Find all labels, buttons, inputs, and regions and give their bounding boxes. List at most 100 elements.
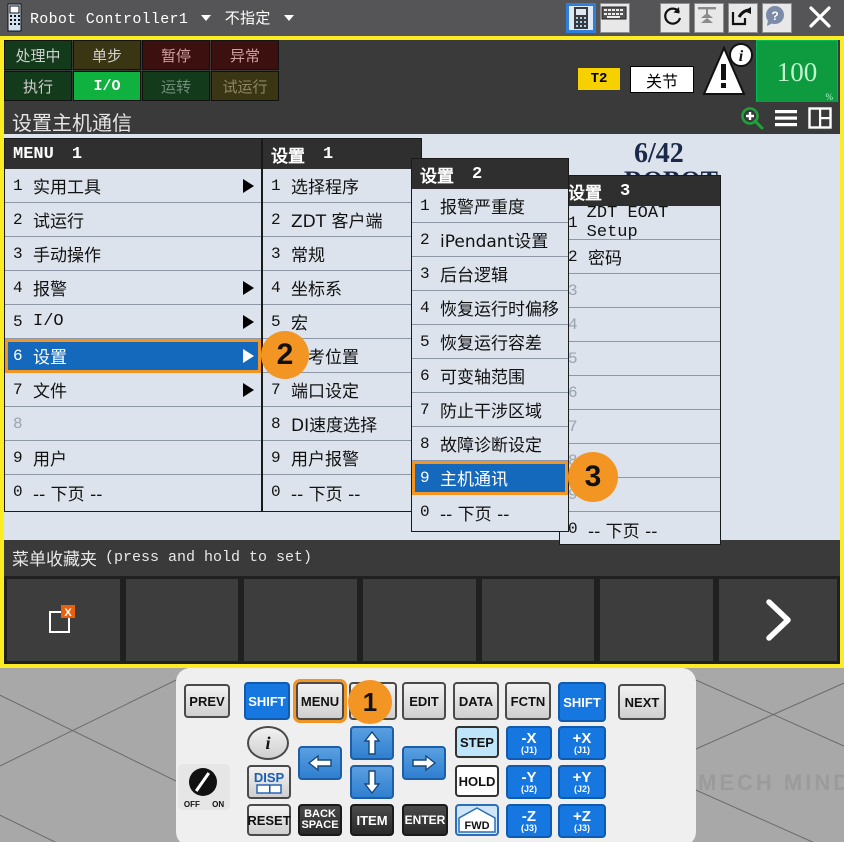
key-step[interactable]: STEP: [455, 726, 499, 758]
status-lamps: 处理中 单步 暂停 异常 执行 I/O 运转 试运行: [4, 40, 288, 102]
key-disp[interactable]: DISP: [247, 765, 291, 799]
setup1-item-general[interactable]: 3 常规: [263, 237, 421, 271]
setup3-item-password[interactable]: 2 密码: [560, 240, 720, 274]
zoom-in-icon[interactable]: [740, 106, 764, 130]
menu-item-alarm[interactable]: 4 报警: [5, 271, 261, 305]
menu-item-utilities[interactable]: 1 实用工具: [5, 169, 261, 203]
key-menu[interactable]: MENU: [296, 682, 344, 720]
layout-icon[interactable]: [808, 107, 832, 129]
menu-item-setup[interactable]: 6 设置: [5, 339, 261, 373]
key-prev[interactable]: PREV: [184, 684, 230, 718]
pendant-view-button[interactable]: [566, 3, 596, 33]
row-label: -- 下页 --: [291, 480, 360, 505]
row-num: 1: [568, 214, 587, 232]
reload-icon[interactable]: [660, 3, 690, 33]
jog-label: -Z: [522, 809, 536, 824]
softkey-5[interactable]: [481, 578, 596, 662]
softkey-bar: X: [4, 576, 840, 664]
key-jog-plus-z[interactable]: +Z (J3): [558, 804, 606, 838]
setup1-item-user-alarm[interactable]: 9 用户报警: [263, 441, 421, 475]
key-info[interactable]: i: [247, 726, 289, 760]
key-fctn[interactable]: FCTN: [505, 682, 551, 720]
row-num: 5: [13, 313, 33, 331]
key-jog-plus-y[interactable]: +Y (J2): [558, 765, 606, 799]
key-item[interactable]: ITEM: [350, 804, 394, 836]
key-jog-minus-y[interactable]: -Y (J2): [506, 765, 552, 799]
setup2-item-diagnostics[interactable]: 8 故障诊断设定: [412, 427, 568, 461]
page-title: 设置主机通信: [12, 107, 132, 136]
menu-item-test-run[interactable]: 2 试运行: [5, 203, 261, 237]
close-icon[interactable]: [806, 3, 836, 33]
warning-info-icon[interactable]: i: [698, 42, 756, 100]
key-arrow-down[interactable]: [350, 765, 394, 799]
softkey-2[interactable]: [125, 578, 240, 662]
deadman-switch[interactable]: OFF ON: [178, 764, 230, 810]
setup2-item-resume-tolerance[interactable]: 5 恢复运行容差: [412, 325, 568, 359]
chevron-down-icon-2[interactable]: [284, 15, 294, 21]
key-fwd[interactable]: FWD: [455, 804, 499, 836]
setup1-item-zdt-client[interactable]: 2 ZDT 客户端: [263, 203, 421, 237]
jog-sub: (J2): [521, 785, 537, 794]
softkey-6[interactable]: [599, 578, 714, 662]
setup1-item-select-program[interactable]: 1 选择程序: [263, 169, 421, 203]
setup2-item-background-logic[interactable]: 3 后台逻辑: [412, 257, 568, 291]
key-enter[interactable]: ENTER: [402, 804, 448, 836]
row-label: 手动操作: [33, 241, 101, 266]
key-shift-right[interactable]: SHIFT: [558, 682, 606, 722]
setup3-item-zdt-eoat-setup[interactable]: 1 ZDT EOAT Setup: [560, 206, 720, 240]
row-label: 设置: [33, 343, 67, 368]
setup2-item-alarm-severity[interactable]: 1 报警严重度: [412, 189, 568, 223]
key-arrow-right[interactable]: [402, 746, 446, 780]
launch-icon[interactable]: [728, 3, 758, 33]
softkey-next[interactable]: [718, 578, 838, 662]
row-num: 8: [271, 415, 291, 433]
controller-name[interactable]: Robot Controller1: [30, 11, 188, 28]
align-icon[interactable]: [694, 3, 724, 33]
mode-name[interactable]: 不指定: [225, 9, 271, 27]
key-jog-minus-z[interactable]: -Z (J3): [506, 804, 552, 838]
menu-panel-2-title: 设置: [271, 142, 305, 167]
softkey-4[interactable]: [362, 578, 477, 662]
setup2-item-next-page[interactable]: 0 -- 下页 --: [412, 495, 568, 529]
key-backspace[interactable]: BACK SPACE: [298, 804, 342, 836]
softkey-3[interactable]: [243, 578, 358, 662]
menu-item-file[interactable]: 7 文件: [5, 373, 261, 407]
setup3-item-empty-7: 7: [560, 410, 720, 444]
menu-item-io[interactable]: 5 I/O: [5, 305, 261, 339]
setup2-item-ipendant-setup[interactable]: 2 iPendant设置: [412, 223, 568, 257]
menu-item-user[interactable]: 9 用户: [5, 441, 261, 475]
lamp-prod: 运转: [142, 71, 210, 101]
setup1-item-frames[interactable]: 4 坐标系: [263, 271, 421, 305]
setup1-item-next-page[interactable]: 0 -- 下页 --: [263, 475, 421, 509]
row-label: 报警: [33, 275, 67, 300]
menu-item-next-page[interactable]: 0 -- 下页 --: [5, 475, 261, 509]
key-edit[interactable]: EDIT: [402, 682, 446, 720]
setup2-item-interference-zone[interactable]: 7 防止干涉区域: [412, 393, 568, 427]
key-jog-plus-x[interactable]: +X (J1): [558, 726, 606, 760]
setup2-item-host-comm[interactable]: 9 主机通讯: [412, 461, 568, 495]
row-label: 故障诊断设定: [440, 431, 542, 456]
setup2-item-resume-offset[interactable]: 4 恢复运行时偏移: [412, 291, 568, 325]
key-reset[interactable]: RESET: [247, 804, 291, 836]
softkey-1[interactable]: X: [6, 578, 121, 662]
key-next[interactable]: NEXT: [618, 684, 666, 720]
setup3-item-next-page[interactable]: 0 -- 下页 --: [560, 512, 720, 546]
row-num: 7: [420, 401, 440, 419]
menu-lines-icon[interactable]: [774, 107, 798, 129]
key-hold[interactable]: HOLD: [455, 765, 499, 797]
key-arrow-up[interactable]: [350, 726, 394, 760]
lamp-step: 单步: [73, 40, 141, 70]
key-data[interactable]: DATA: [453, 682, 499, 720]
setup1-item-di-speed[interactable]: 8 DI速度选择: [263, 407, 421, 441]
keyboard-icon[interactable]: [600, 3, 630, 33]
lamp-busy: 处理中: [4, 40, 72, 70]
menu-item-manual-operation[interactable]: 3 手动操作: [5, 237, 261, 271]
key-shift-left[interactable]: SHIFT: [244, 682, 290, 720]
key-jog-minus-x[interactable]: -X (J1): [506, 726, 552, 760]
key-arrow-left[interactable]: [298, 746, 342, 780]
arrow-down-icon: [362, 769, 382, 795]
chevron-down-icon[interactable]: [201, 15, 211, 21]
help-icon[interactable]: ?: [762, 3, 792, 33]
menu-panel-4-index: 3: [620, 182, 630, 201]
setup2-item-variable-axis-range[interactable]: 6 可变轴范围: [412, 359, 568, 393]
